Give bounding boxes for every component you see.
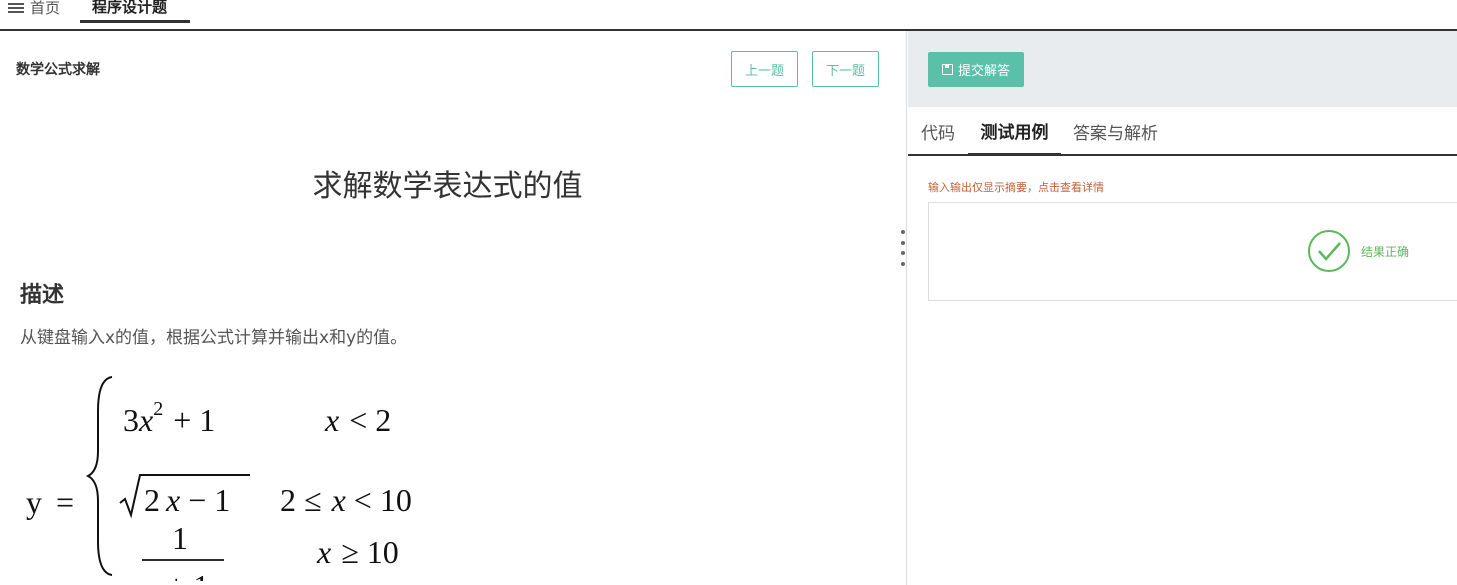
test-result-box[interactable]: 结果正确 bbox=[928, 202, 1457, 301]
problem-title: 数学公式求解 bbox=[16, 62, 100, 78]
submit-answer-label: 提交解答 bbox=[957, 64, 1010, 79]
answer-tabs: 代码 测试用例 答案与解析 bbox=[908, 107, 1457, 156]
top-tab-bar: 首页 程序设计题 bbox=[0, 0, 1457, 31]
prev-question-button[interactable]: 上一题 bbox=[731, 51, 798, 87]
formula-case3-cond: x ≥ 10 bbox=[316, 534, 399, 570]
submit-bar: 提交解答 bbox=[908, 31, 1457, 107]
formula-case1-cond: x < 2 bbox=[324, 402, 391, 438]
problem-pane: 数学公式求解 上一题 下一题 求解数学表达式的值 描述 从键盘输入x的值，根据公… bbox=[0, 31, 907, 585]
problem-heading: 求解数学表达式的值 bbox=[312, 169, 583, 204]
formula-case3-den: x+ 1 bbox=[144, 568, 209, 581]
tab-home[interactable]: 首页 bbox=[8, 0, 60, 23]
answer-pane: 提交解答 代码 测试用例 答案与解析 输入输出仅显示摘要，点击查看详情 结果正确 bbox=[908, 31, 1457, 585]
result-status: 结果正确 bbox=[1361, 245, 1410, 259]
description-text: 从键盘输入x的值，根据公式计算并输出x和y的值。 bbox=[20, 328, 408, 348]
formula-brace bbox=[85, 376, 113, 576]
next-question-button[interactable]: 下一题 bbox=[812, 51, 879, 87]
formula-lhs: y = bbox=[26, 484, 74, 520]
drag-handle-icon[interactable] bbox=[900, 230, 906, 266]
formula-case2-expr: 2 x − 1 bbox=[144, 482, 230, 518]
save-icon bbox=[941, 64, 953, 75]
tab-answer-analysis[interactable]: 答案与解析 bbox=[1073, 107, 1158, 156]
submit-answer-button[interactable]: 提交解答 bbox=[928, 52, 1024, 87]
tab-code[interactable]: 代码 bbox=[921, 107, 955, 156]
tab-programming-label: 程序设计题 bbox=[92, 0, 168, 16]
description-title: 描述 bbox=[20, 283, 65, 308]
formula-case2-cond: 2 ≤ x < 10 bbox=[280, 482, 412, 518]
formula-case3-num: 1 bbox=[172, 520, 188, 556]
check-circle-icon bbox=[1308, 230, 1350, 272]
tab-programming[interactable]: 程序设计题 bbox=[80, 0, 190, 23]
tab-home-label: 首页 bbox=[30, 0, 61, 17]
formula-case1-expr: 3x2 + 1 bbox=[123, 398, 215, 438]
piecewise-formula: y= 3x2+ 1 x< 2 2x− 1 2≤x< 10 1 x+ 1 x≥ 1… bbox=[26, 376, 412, 581]
tab-test-cases[interactable]: 测试用例 bbox=[968, 107, 1061, 156]
menu-icon bbox=[8, 2, 24, 13]
summary-note: 输入输出仅显示摘要，点击查看详情 bbox=[928, 181, 1104, 194]
formula-sqrt bbox=[119, 474, 250, 519]
